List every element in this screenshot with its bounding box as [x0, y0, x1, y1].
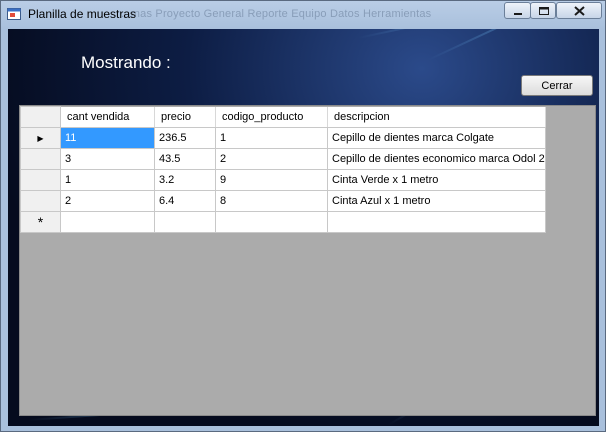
- close-button[interactable]: Cerrar: [521, 75, 593, 96]
- row-header[interactable]: [20, 190, 61, 212]
- app-form-icon: [7, 8, 21, 20]
- grid-cell[interactable]: 9: [215, 169, 328, 191]
- new-row[interactable]: *: [20, 211, 546, 233]
- grid-cell[interactable]: [327, 211, 546, 233]
- column-header-cant-vendida[interactable]: cant vendida: [60, 106, 155, 128]
- form-client-area: Mostrando : Cerrar cant vendida precio c…: [8, 29, 599, 426]
- grid-cell[interactable]: 236.5: [154, 127, 216, 149]
- maximize-button[interactable]: [530, 2, 556, 19]
- grid-cell[interactable]: 2: [215, 148, 328, 170]
- minimize-icon: [514, 13, 522, 15]
- grid-cell[interactable]: 2: [60, 190, 155, 212]
- current-row-indicator-icon: ▶: [37, 134, 44, 143]
- new-row-header[interactable]: *: [20, 211, 61, 233]
- title-bar[interactable]: Planilla de muestras ...mas Proyecto Gen…: [1, 1, 605, 28]
- close-window-button[interactable]: [556, 2, 602, 19]
- table-row[interactable]: 1 3.2 9 Cinta Verde x 1 metro: [20, 169, 546, 191]
- grid-cell[interactable]: 3.2: [154, 169, 216, 191]
- background-light-streak: [427, 29, 592, 61]
- grid-cell[interactable]: 8: [215, 190, 328, 212]
- column-header-codigo-producto[interactable]: codigo_producto: [215, 106, 328, 128]
- column-header-precio[interactable]: precio: [154, 106, 216, 128]
- grid-cell[interactable]: Cepillo de dientes marca Colgate: [327, 127, 546, 149]
- grid-cell[interactable]: [215, 211, 328, 233]
- grid-corner-header[interactable]: [20, 106, 61, 128]
- column-header-descripcion[interactable]: descripcion: [327, 106, 546, 128]
- table-row[interactable]: 3 43.5 2 Cepillo de dientes economico ma…: [20, 148, 546, 170]
- grid-cell[interactable]: Cepillo de dientes economico marca Odol …: [327, 148, 546, 170]
- grid-cell[interactable]: Cinta Verde x 1 metro: [327, 169, 546, 191]
- grid-cell[interactable]: 3: [60, 148, 155, 170]
- close-icon: [574, 6, 585, 16]
- showing-label: Mostrando :: [81, 53, 171, 72]
- app-window: Planilla de muestras ...mas Proyecto Gen…: [0, 0, 606, 432]
- table-row[interactable]: 2 6.4 8 Cinta Azul x 1 metro: [20, 190, 546, 212]
- grid-cell[interactable]: 11: [60, 127, 155, 149]
- data-grid-table: cant vendida precio codigo_producto desc…: [20, 106, 546, 233]
- grid-cell[interactable]: 1: [215, 127, 328, 149]
- grid-header-row: cant vendida precio codigo_producto desc…: [20, 106, 546, 128]
- row-header[interactable]: [20, 169, 61, 191]
- minimize-button[interactable]: [504, 2, 531, 19]
- grid-cell[interactable]: 6.4: [154, 190, 216, 212]
- row-header[interactable]: ▶: [20, 127, 61, 149]
- new-row-asterisk-icon: *: [37, 214, 44, 230]
- grid-cell[interactable]: 1: [60, 169, 155, 191]
- background-menu-text: ...mas Proyecto General Reporte Equipo D…: [121, 8, 432, 20]
- grid-cell[interactable]: 43.5: [154, 148, 216, 170]
- grid-cell[interactable]: Cinta Azul x 1 metro: [327, 190, 546, 212]
- table-row[interactable]: ▶ 11 236.5 1 Cepillo de dientes marca Co…: [20, 127, 546, 149]
- maximize-icon: [539, 7, 549, 15]
- window-title: Planilla de muestras: [28, 7, 137, 21]
- grid-cell[interactable]: [154, 211, 216, 233]
- data-grid[interactable]: cant vendida precio codigo_producto desc…: [19, 105, 596, 416]
- row-header[interactable]: [20, 148, 61, 170]
- grid-cell[interactable]: [60, 211, 155, 233]
